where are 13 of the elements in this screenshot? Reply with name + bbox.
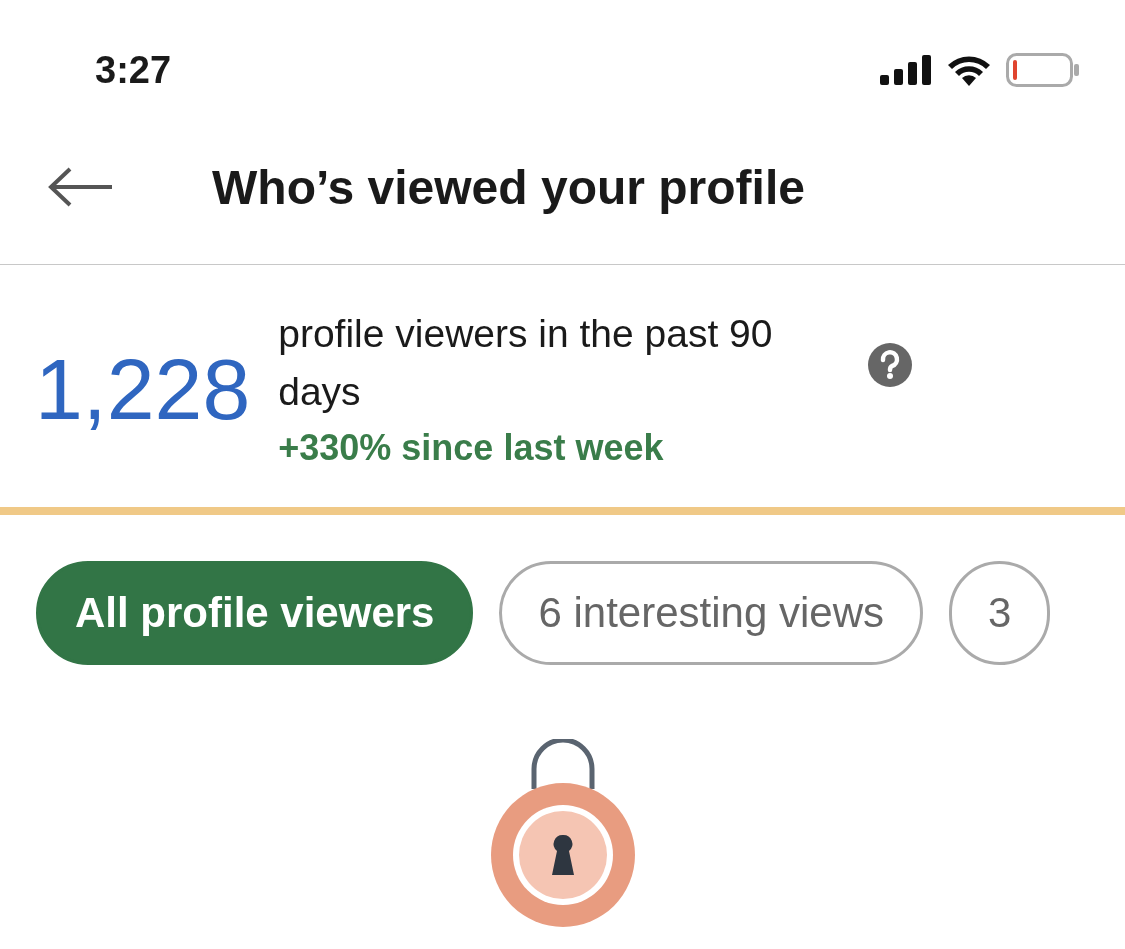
status-time: 3:27: [95, 48, 172, 92]
page-title: Who’s viewed your profile: [212, 159, 805, 215]
filter-chip[interactable]: All profile viewers: [36, 561, 474, 665]
help-icon[interactable]: [868, 343, 913, 387]
signal-icon: [880, 55, 932, 85]
change-text: +330% since last week: [278, 427, 665, 469]
back-button[interactable]: [48, 167, 114, 207]
battery-icon: [1006, 53, 1080, 87]
wifi-icon: [946, 54, 992, 86]
count-description: profile viewers in the past 90 days: [278, 311, 774, 415]
viewer-count: 1,228: [35, 340, 251, 439]
filter-chip[interactable]: 6 interesting views: [499, 561, 923, 665]
filter-chip[interactable]: 3: [948, 561, 1051, 665]
